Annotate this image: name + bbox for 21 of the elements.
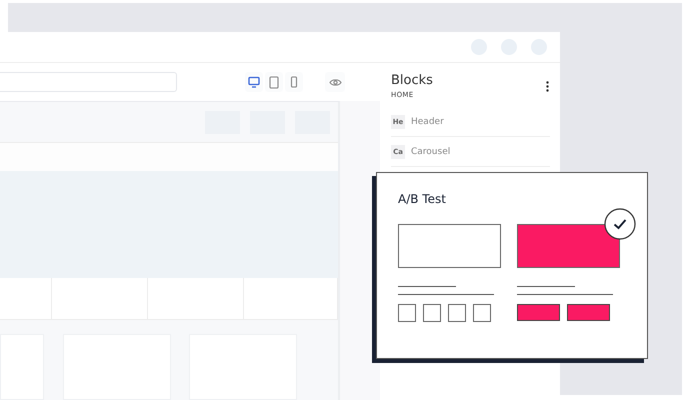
tile-placeholder [517,304,560,321]
more-icon[interactable] [546,80,549,92]
phone-icon [290,76,298,88]
variant-preview[interactable] [398,224,501,268]
card-title: A/B Test [398,192,447,206]
preview-button[interactable] [325,72,345,92]
tablet-icon [269,76,279,88]
panel-title: Blocks [391,73,433,88]
tablet-view-button[interactable] [265,72,283,92]
variant-preview[interactable] [517,224,620,268]
address-field[interactable] [0,72,177,92]
tile-placeholder [423,304,441,322]
desktop-view-button[interactable] [245,72,263,92]
check-icon [604,208,636,240]
tile-placeholder [448,304,466,322]
tile-placeholder [473,304,491,322]
phone-view-button[interactable] [285,72,303,92]
tile-placeholder [398,304,416,322]
tile-placeholder [567,304,610,321]
eye-icon [328,78,342,86]
monitor-icon [248,76,260,88]
